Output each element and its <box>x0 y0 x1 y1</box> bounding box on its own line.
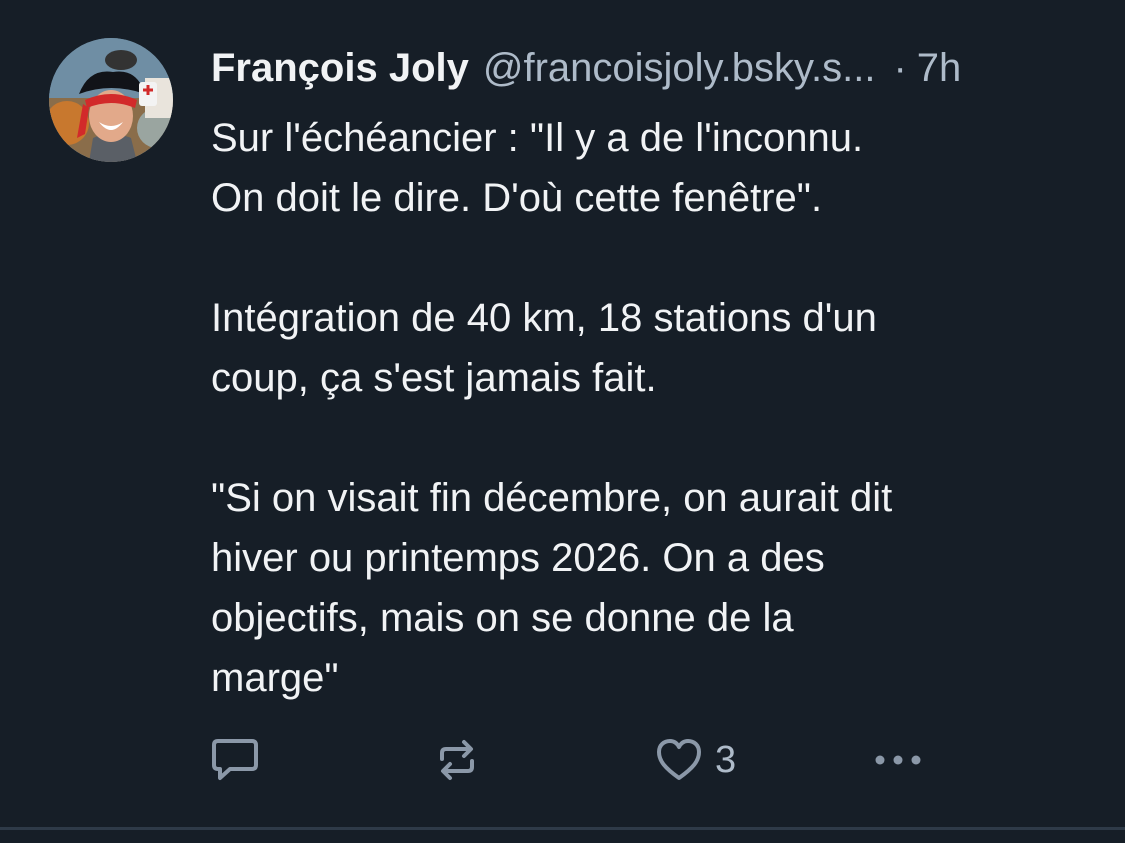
repost-icon <box>440 740 474 780</box>
author-handle[interactable]: @francoisjoly.bsky.s... <box>483 40 876 96</box>
paragraph-1: Sur l'échéancier : "Il y a de l'inconnu.… <box>211 108 1081 228</box>
repost-button[interactable] <box>432 735 482 785</box>
heart-icon <box>657 739 701 780</box>
line: objectifs, mais on se donne de la <box>211 596 794 640</box>
separator-dot: · <box>893 46 907 90</box>
line: On doit le dire. D'où cette fenêtre". <box>211 176 823 220</box>
avatar-photo-icon <box>49 38 173 162</box>
paragraph-3: "Si on visait fin décembre, on aurait di… <box>211 468 1081 708</box>
post[interactable]: François Joly @francoisjoly.bsky.s... · … <box>0 0 1125 830</box>
line: marge" <box>211 656 339 700</box>
line: "Si on visait fin décembre, on aurait di… <box>211 476 893 520</box>
post-timestamp[interactable]: 7h <box>917 40 962 96</box>
author-avatar[interactable] <box>49 38 173 162</box>
line: coup, ça s'est jamais fait. <box>211 356 657 400</box>
reply-icon <box>212 739 258 780</box>
like-count: 3 <box>715 738 737 781</box>
line: hiver ou printemps 2026. On a des <box>211 536 825 580</box>
post-divider <box>0 827 1125 830</box>
line: Sur l'échéancier : "Il y a de l'inconnu. <box>211 116 864 160</box>
reply-button[interactable] <box>210 735 260 785</box>
post-header: François Joly @francoisjoly.bsky.s... · … <box>211 40 1091 96</box>
paragraph-2: Intégration de 40 km, 18 stations d'un c… <box>211 288 1081 408</box>
post-actions: 3 <box>0 735 1125 785</box>
post-text: Sur l'échéancier : "Il y a de l'inconnu.… <box>211 108 1081 708</box>
line: Intégration de 40 km, 18 stations d'un <box>211 296 877 340</box>
author-display-name[interactable]: François Joly <box>211 40 469 96</box>
more-options-button[interactable] <box>874 735 928 785</box>
like-button[interactable]: 3 <box>655 735 736 785</box>
more-icon <box>875 755 921 765</box>
